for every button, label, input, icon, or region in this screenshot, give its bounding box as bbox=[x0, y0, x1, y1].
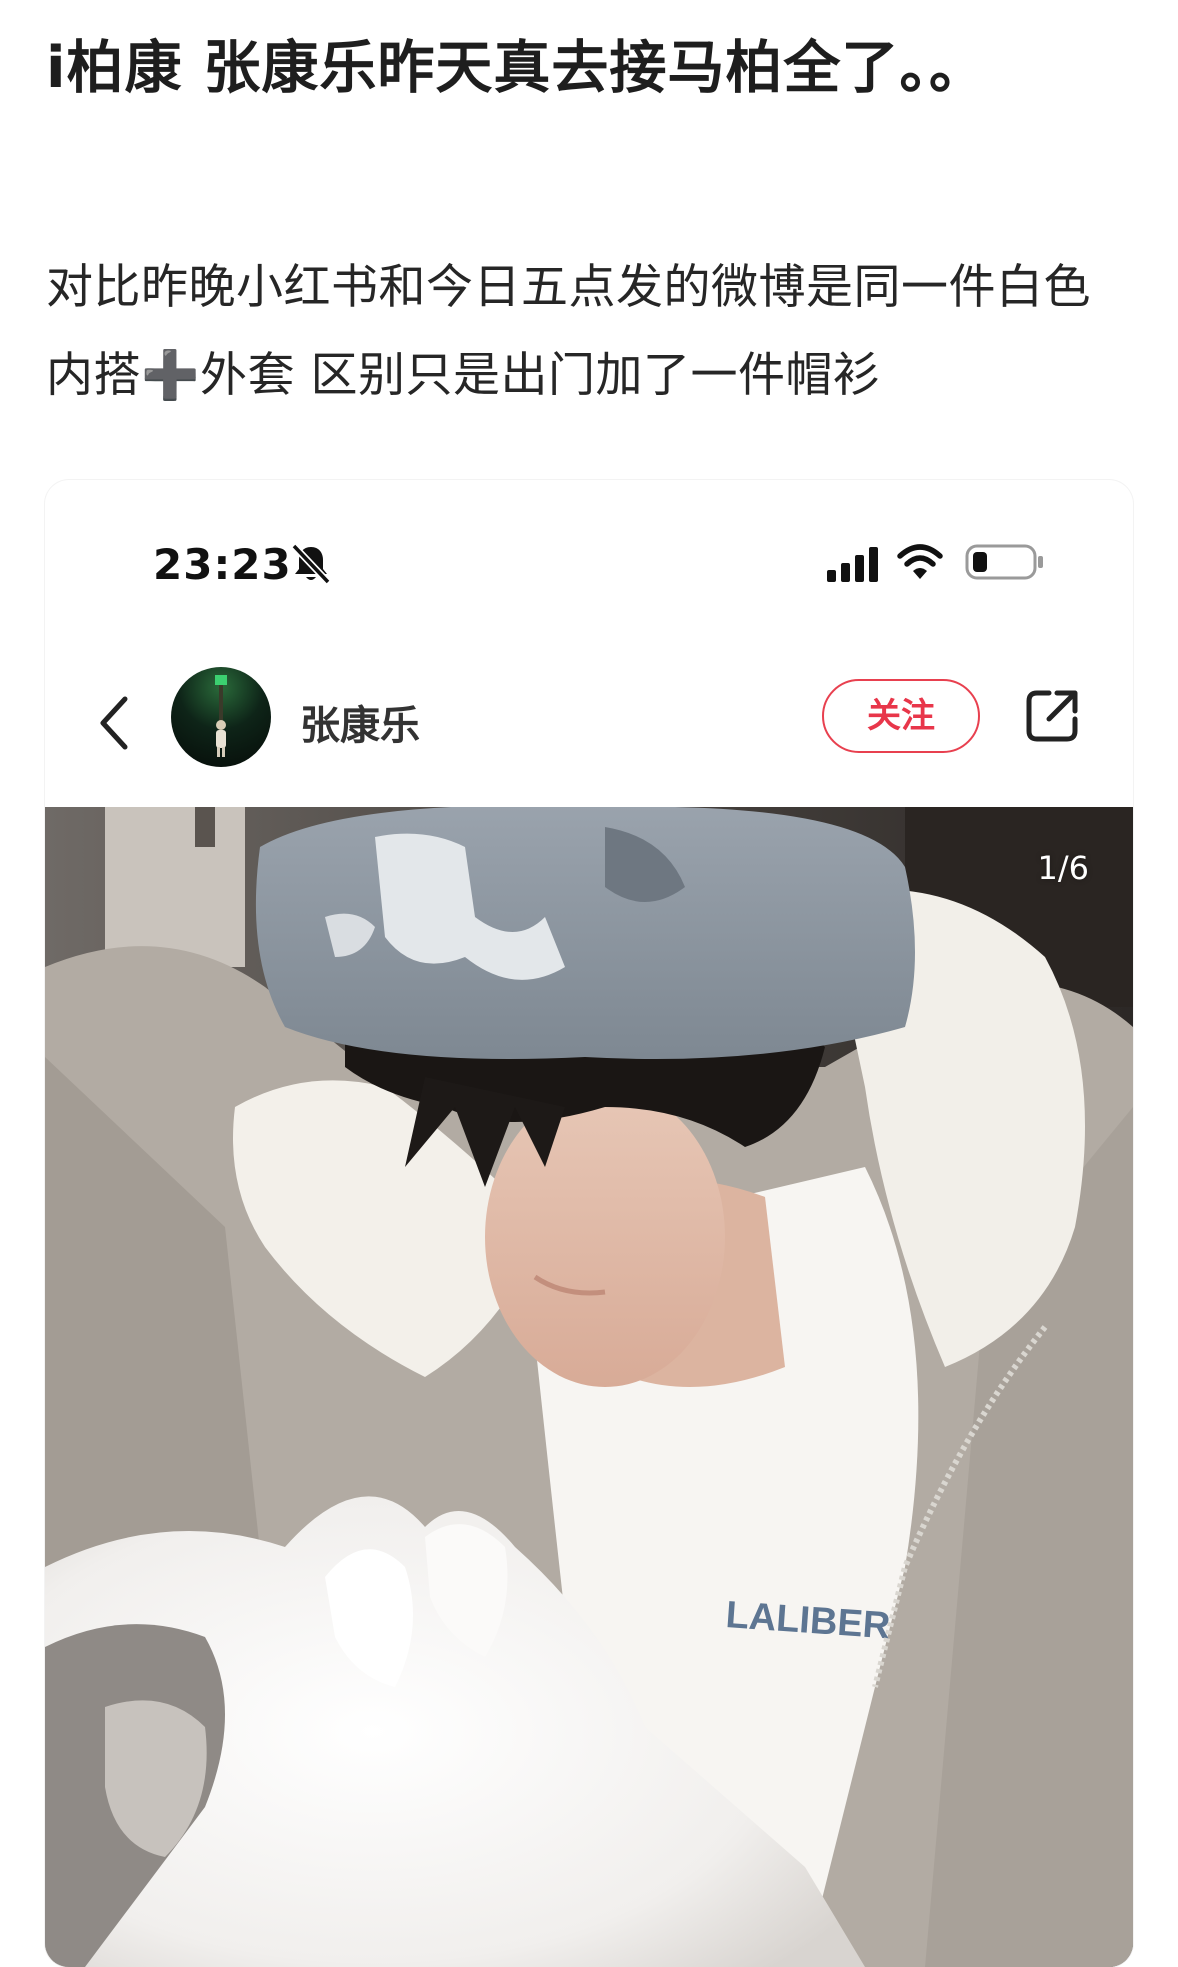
share-icon[interactable] bbox=[1023, 685, 1083, 745]
author-name[interactable]: 张康乐 bbox=[300, 693, 420, 751]
post-photo[interactable]: LALIBER 1/6 bbox=[45, 807, 1133, 1967]
bell-muted-icon bbox=[291, 543, 331, 585]
status-bar: 23:23 bbox=[45, 480, 1133, 610]
wifi-icon bbox=[897, 544, 943, 579]
follow-button[interactable]: 关注 bbox=[822, 679, 980, 753]
avatar[interactable] bbox=[171, 667, 271, 767]
avatar-figure bbox=[215, 675, 227, 757]
status-time: 23:23 bbox=[153, 540, 292, 589]
battery-icon bbox=[965, 544, 1043, 580]
post-header: 张康乐 关注 bbox=[45, 665, 1133, 775]
photo-illustration: LALIBER bbox=[45, 807, 1133, 1967]
back-chevron-icon[interactable] bbox=[93, 693, 133, 753]
signal-icon bbox=[827, 547, 878, 582]
photo-page-counter: 1/6 bbox=[1037, 849, 1090, 887]
article-body: 对比昨晚小红书和今日五点发的微博是同一件白色内搭➕外套 区别只是出门加了一件帽衫 bbox=[46, 260, 1091, 403]
article-title: i柏康 张康乐昨天真去接马柏全了。。 bbox=[46, 35, 987, 101]
embedded-screenshot: 23:23 张康乐 关注 LALIBER 1/6 bbox=[45, 480, 1133, 1967]
